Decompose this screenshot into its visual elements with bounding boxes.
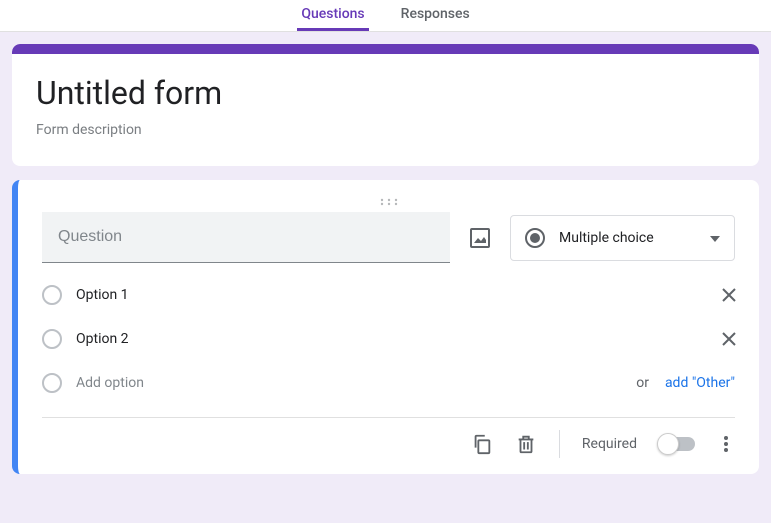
add-other-link[interactable]: add "Other" <box>665 375 735 391</box>
question-type-select[interactable]: Multiple choice <box>510 215 735 261</box>
required-label: Required <box>582 436 637 452</box>
vertical-divider <box>559 430 560 458</box>
tabs-bar: Questions Responses <box>0 0 771 32</box>
image-icon <box>468 226 492 250</box>
option-radio <box>42 329 62 349</box>
close-icon <box>719 329 739 349</box>
option-row: Option 1 <box>42 285 735 305</box>
form-description[interactable]: Form description <box>36 122 735 138</box>
add-option-text[interactable]: Add option <box>76 375 620 391</box>
divider <box>42 417 735 418</box>
close-icon <box>719 285 739 305</box>
chevron-down-icon <box>710 230 720 246</box>
form-container: Untitled form Form description Multiple … <box>0 32 771 500</box>
copy-icon <box>471 433 493 455</box>
question-row: Multiple choice <box>42 212 735 263</box>
radio-icon <box>525 228 545 248</box>
trash-icon <box>515 433 537 455</box>
option-radio <box>42 285 62 305</box>
tab-responses[interactable]: Responses <box>397 0 474 31</box>
tab-questions[interactable]: Questions <box>297 0 368 31</box>
option-text[interactable]: Option 2 <box>76 331 705 347</box>
remove-option-button[interactable] <box>719 329 739 349</box>
add-image-button[interactable] <box>468 226 492 250</box>
more-vert-icon <box>717 435 735 453</box>
form-title[interactable]: Untitled form <box>36 74 735 112</box>
option-text[interactable]: Option 1 <box>76 287 705 303</box>
question-card: Multiple choice Option 1 Option 2 Add op… <box>12 180 759 474</box>
header-accent-bar <box>12 44 759 54</box>
required-toggle[interactable] <box>659 437 695 451</box>
question-input[interactable] <box>42 212 450 263</box>
remove-option-button[interactable] <box>719 285 739 305</box>
question-type-label: Multiple choice <box>559 230 696 246</box>
duplicate-button[interactable] <box>471 433 493 455</box>
option-row: Option 2 <box>42 329 735 349</box>
or-text: or <box>636 375 649 391</box>
option-radio <box>42 373 62 393</box>
form-header-card: Untitled form Form description <box>12 44 759 166</box>
drag-handle[interactable] <box>42 198 735 206</box>
delete-button[interactable] <box>515 433 537 455</box>
add-option-row: Add option or add "Other" <box>42 373 735 393</box>
more-options-button[interactable] <box>717 435 735 453</box>
question-footer: Required <box>42 424 735 464</box>
